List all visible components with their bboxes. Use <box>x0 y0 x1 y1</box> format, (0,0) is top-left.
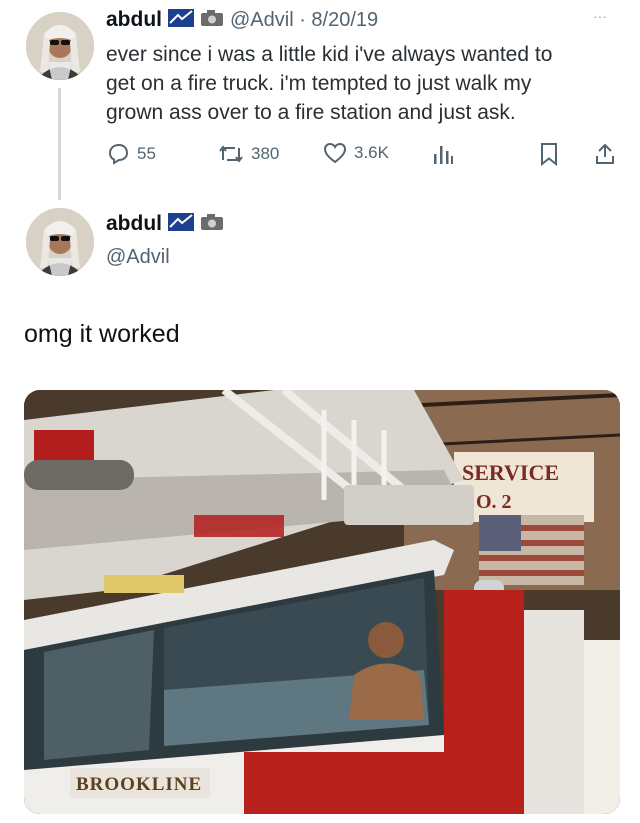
share-icon <box>594 142 616 166</box>
display-name[interactable]: abdul <box>106 8 162 32</box>
display-name[interactable]: abdul <box>106 212 162 236</box>
camera-icon <box>200 213 224 236</box>
fire-truck-photo: SERVICE O. 2 BROOKLINE <box>24 390 620 814</box>
truck-label: BROOKLINE <box>76 774 202 795</box>
retweet-button[interactable]: 380 <box>218 142 279 166</box>
reply-button[interactable]: 55 <box>106 142 156 166</box>
views-icon <box>432 142 454 166</box>
bookmark-button[interactable] <box>539 142 559 166</box>
avatar[interactable] <box>26 208 94 276</box>
profile-photo-icon <box>26 208 94 276</box>
station-sign-line2: O. 2 <box>476 491 512 513</box>
tweet-text: ever since i was a little kid i've alway… <box>106 40 552 127</box>
tweet-photo[interactable]: SERVICE O. 2 BROOKLINE <box>24 390 620 814</box>
tweet-header: abdul <box>106 212 224 236</box>
flag-icon <box>479 515 584 585</box>
reply-icon <box>106 142 130 166</box>
bookmark-icon <box>539 142 559 166</box>
share-button[interactable] <box>594 142 616 166</box>
like-count: 3.6K <box>354 143 389 162</box>
like-button[interactable]: 3.6K <box>323 142 389 164</box>
flag-badge-icon <box>168 8 194 32</box>
handle[interactable]: @Advil <box>106 246 170 269</box>
tweet-header: abdul @Advil · 8/20/19 <box>106 8 378 32</box>
flag-badge-icon <box>168 212 194 236</box>
tweet-text-line: grown ass over to a fire station and jus… <box>106 101 516 124</box>
handle-and-date[interactable]: @Advil · 8/20/19 <box>230 9 378 32</box>
tweet-text-line: ever since i was a little kid i've alway… <box>106 43 553 66</box>
retweet-count: 380 <box>251 144 280 163</box>
more-options-button[interactable]: ··· <box>593 8 607 24</box>
like-icon <box>323 142 347 164</box>
reply-count: 55 <box>137 144 156 163</box>
tweet-text: omg it worked <box>24 320 180 348</box>
views-button[interactable] <box>432 142 454 166</box>
action-bar: 55 380 3.6K <box>106 142 626 172</box>
station-sign-line1: SERVICE <box>462 460 559 485</box>
camera-icon <box>200 9 224 32</box>
tweet-text-line: get on a fire truck. i'm tempted to just… <box>106 72 532 95</box>
retweet-icon <box>218 142 244 166</box>
profile-photo-icon <box>26 12 94 80</box>
thread-line <box>58 88 61 200</box>
avatar[interactable] <box>26 12 94 80</box>
